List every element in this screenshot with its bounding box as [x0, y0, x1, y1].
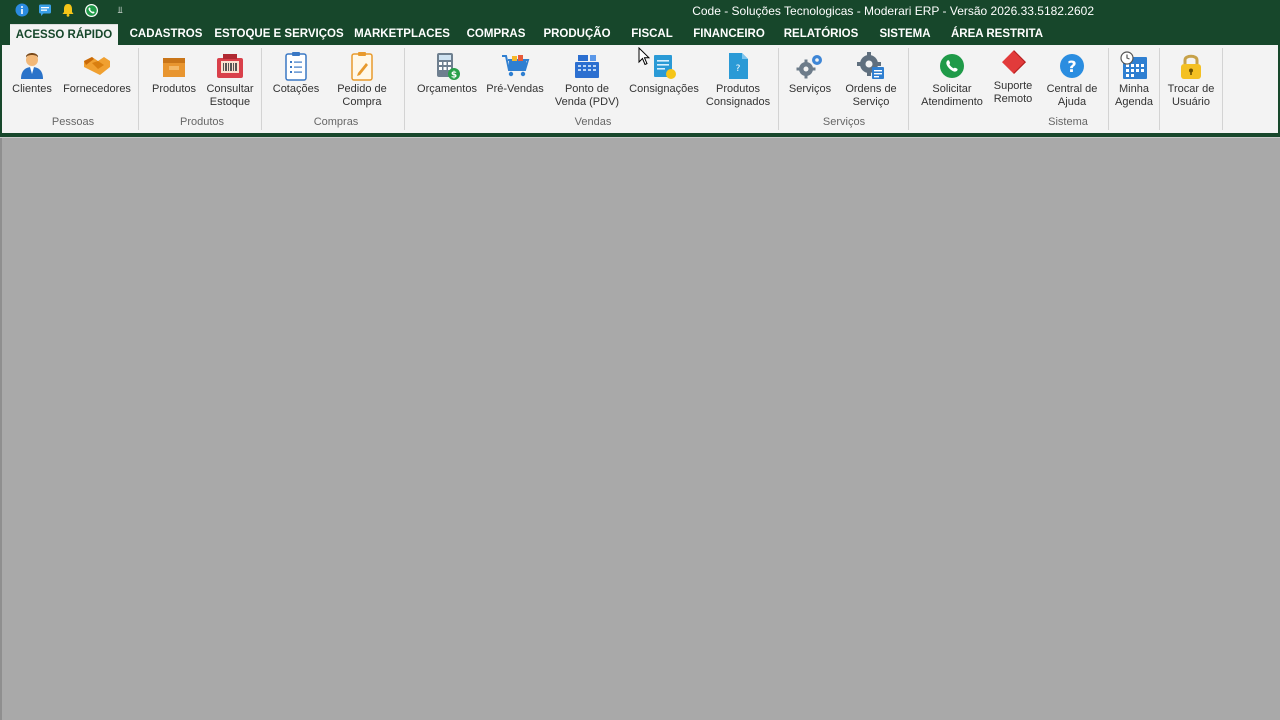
clipboard-pencil-icon	[347, 50, 377, 82]
handshake-icon	[82, 50, 112, 82]
svg-text:$: $	[451, 71, 457, 81]
clientes-label: Clientes	[12, 83, 52, 95]
document-question-icon: ?	[723, 50, 753, 82]
produtos-consignados-label: Produtos Consignados	[705, 83, 771, 108]
barcode-scanner-icon	[215, 50, 245, 82]
group-separator	[1108, 48, 1109, 130]
solicitar-atendimento-label: Solicitar Atendimento	[921, 83, 983, 108]
consultar-estoque-button[interactable]: Consultar Estoque	[204, 50, 256, 109]
gear-document-icon	[856, 50, 886, 82]
calendar-clock-icon	[1119, 50, 1149, 82]
central-ajuda-button[interactable]: ? Central de Ajuda	[1042, 50, 1102, 109]
shopping-cart-icon	[500, 50, 530, 82]
tab-area-restrita[interactable]: ÁREA RESTRITA	[948, 24, 1046, 45]
pedido-compra-label: Pedido de Compra	[337, 83, 387, 108]
clipboard-list-icon	[281, 50, 311, 82]
group-label-servicos: Serviços	[822, 116, 866, 128]
gears-icon	[795, 50, 825, 82]
calculator-money-icon: $	[432, 50, 462, 82]
consignacoes-label: Consignações	[629, 83, 699, 95]
help-icon: ?	[1057, 50, 1087, 82]
suporte-remoto-button[interactable]: Suporte Remoto	[990, 47, 1036, 106]
tab-marketplaces[interactable]: MARKETPLACES	[352, 24, 452, 45]
tab-relatorios[interactable]: RELATÓRIOS	[780, 24, 862, 45]
consultar-estoque-label: Consultar Estoque	[206, 83, 254, 108]
group-separator	[908, 48, 909, 130]
fornecedores-label: Fornecedores	[63, 83, 131, 95]
group-label-produtos: Produtos	[179, 116, 225, 128]
mouse-cursor-icon	[638, 46, 651, 69]
pdv-label: Ponto de Venda (PDV)	[554, 83, 620, 108]
minha-agenda-label: Minha Agenda	[1115, 83, 1153, 108]
group-label-vendas: Vendas	[574, 116, 612, 128]
user-icon	[17, 50, 47, 82]
menu-tabs: ACESSO RÁPIDO CADASTROS ESTOQUE E SERVIÇ…	[0, 22, 1280, 45]
trocar-usuario-button[interactable]: Trocar de Usuário	[1164, 50, 1218, 109]
cash-register-icon	[572, 50, 602, 82]
group-separator	[1222, 48, 1223, 130]
solicitar-atendimento-button[interactable]: Solicitar Atendimento	[918, 50, 986, 109]
remote-support-icon	[998, 47, 1028, 79]
group-label-sistema: Sistema	[1048, 116, 1088, 128]
orcamentos-label: Orçamentos	[417, 83, 477, 95]
group-separator	[404, 48, 405, 130]
title-bar: ⫫ Code - Soluções Tecnologicas - Moderar…	[0, 0, 1280, 22]
clientes-button[interactable]: Clientes	[12, 50, 52, 96]
ribbon-shadow	[0, 137, 1280, 138]
servicos-label: Serviços	[788, 83, 832, 95]
trocar-usuario-label: Trocar de Usuário	[1167, 83, 1215, 108]
pre-vendas-label: Pré-Vendas	[486, 83, 544, 95]
group-separator	[778, 48, 779, 130]
tab-sistema[interactable]: SISTEMA	[874, 24, 936, 45]
produtos-label: Produtos	[151, 83, 197, 95]
tab-estoque-servicos[interactable]: ESTOQUE E SERVIÇOS	[214, 24, 344, 45]
ordens-servico-label: Ordens de Serviço	[845, 83, 897, 108]
svg-text:?: ?	[736, 64, 741, 74]
central-ajuda-label: Central de Ajuda	[1046, 83, 1098, 108]
fornecedores-button[interactable]: Fornecedores	[61, 50, 133, 96]
minha-agenda-button[interactable]: Minha Agenda	[1112, 50, 1156, 109]
window-title: Code - Soluções Tecnologicas - Moderari …	[692, 4, 1094, 18]
ordens-servico-button[interactable]: Ordens de Serviço	[840, 50, 902, 109]
pre-vendas-button[interactable]: Pré-Vendas	[486, 50, 544, 96]
servicos-button[interactable]: Serviços	[787, 50, 833, 96]
pedido-compra-button[interactable]: Pedido de Compra	[333, 50, 391, 109]
tab-producao[interactable]: PRODUÇÃO	[540, 24, 614, 45]
tab-compras[interactable]: COMPRAS	[462, 24, 530, 45]
box-icon	[159, 50, 189, 82]
cotacoes-label: Cotações	[272, 83, 320, 95]
whatsapp-icon	[937, 50, 967, 82]
workspace-edge	[0, 138, 2, 720]
tab-acesso-rapido[interactable]: ACESSO RÁPIDO	[10, 24, 118, 45]
group-separator	[138, 48, 139, 130]
tab-fiscal[interactable]: FISCAL	[626, 24, 678, 45]
padlock-icon	[1176, 50, 1206, 82]
document-coin-icon	[649, 50, 679, 82]
pdv-button[interactable]: Ponto de Venda (PDV)	[554, 50, 620, 109]
produtos-consignados-button[interactable]: ? Produtos Consignados	[704, 50, 772, 109]
group-separator	[261, 48, 262, 130]
orcamentos-button[interactable]: $ Orçamentos	[415, 50, 479, 96]
svg-text:?: ?	[1067, 57, 1076, 76]
cotacoes-button[interactable]: Cotações	[271, 50, 321, 96]
group-separator	[1159, 48, 1160, 130]
tab-cadastros[interactable]: CADASTROS	[126, 24, 206, 45]
group-label-pessoas: Pessoas	[51, 116, 95, 128]
tab-financeiro[interactable]: FINANCEIRO	[688, 24, 770, 45]
produtos-button[interactable]: Produtos	[148, 50, 200, 96]
group-label-compras: Compras	[313, 116, 359, 128]
suporte-remoto-label: Suporte Remoto	[993, 80, 1033, 105]
